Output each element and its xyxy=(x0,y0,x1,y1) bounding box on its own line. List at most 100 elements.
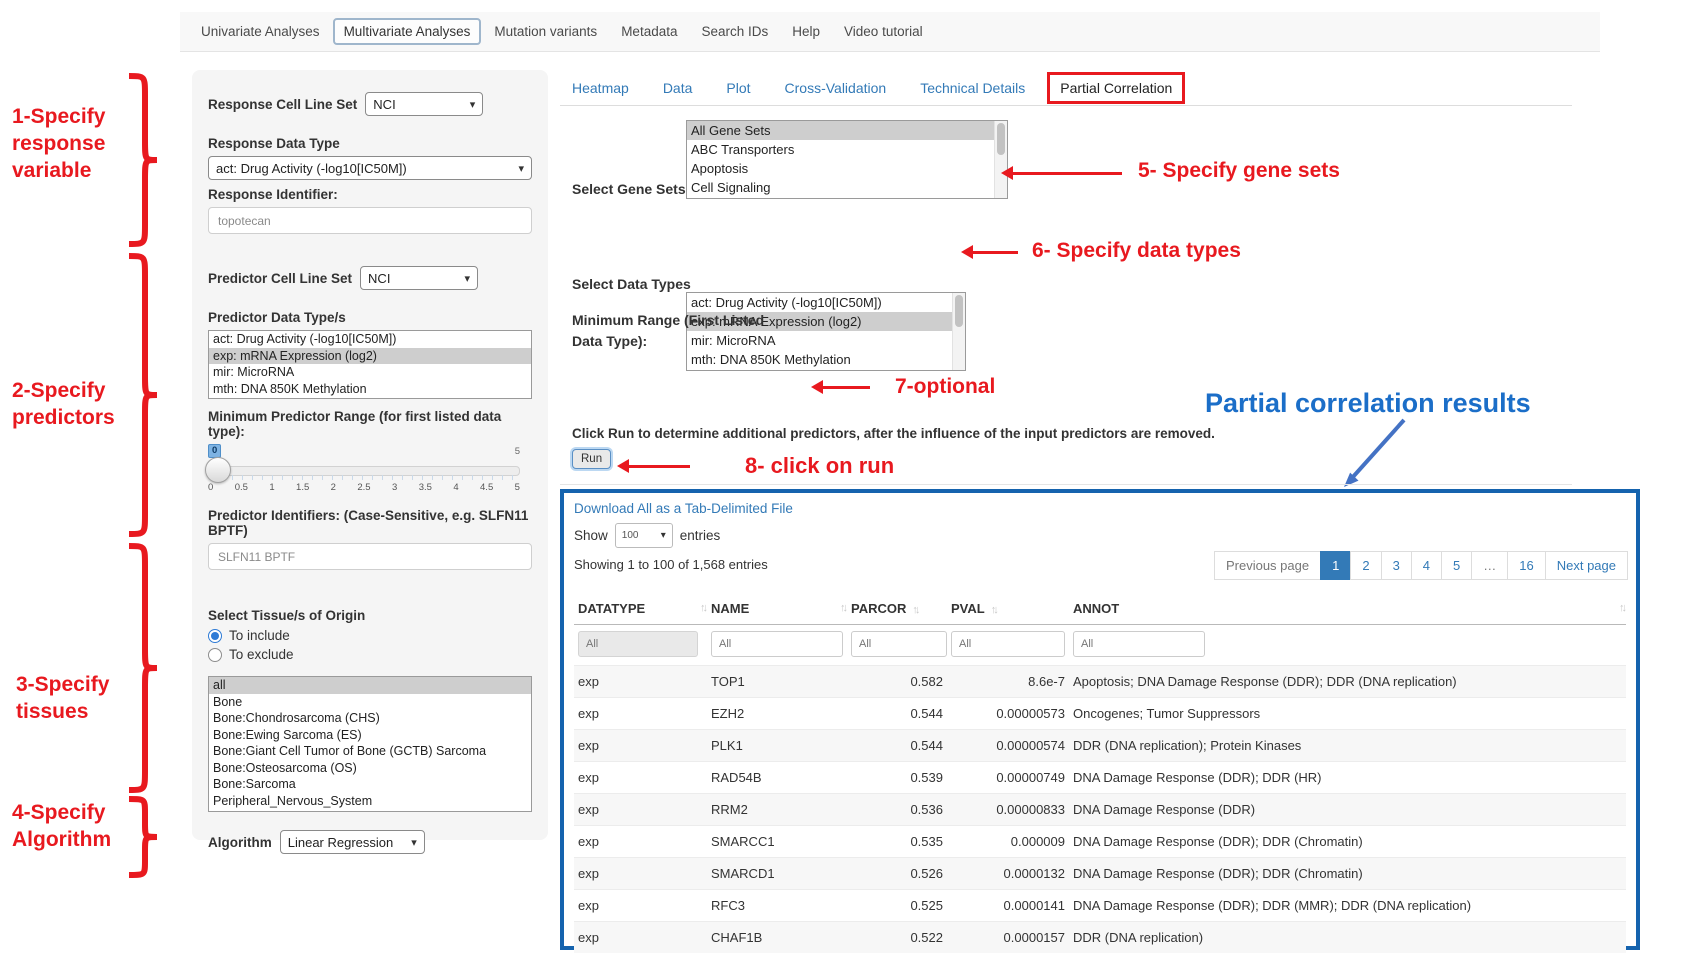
listbox-option[interactable]: ABC Transporters xyxy=(687,140,995,159)
page-size-select[interactable]: 100 ▾ xyxy=(615,523,673,548)
table-row: exp CHAF1B 0.522 0.0000157 DDR (DNA repl… xyxy=(574,922,1626,954)
response-identifier-input[interactable]: topotecan xyxy=(208,207,532,234)
listbox-option[interactable]: Bone:Sarcoma xyxy=(209,776,531,793)
listbox-option[interactable]: Peripheral_Nervous_System xyxy=(209,793,531,810)
cell-datatype: exp xyxy=(574,826,707,858)
tissue-origin-radio[interactable]: To include xyxy=(208,628,532,643)
listbox-option[interactable]: Bone:Giant Cell Tumor of Bone (GCTB) Sar… xyxy=(209,743,531,760)
cell-parcor: 0.544 xyxy=(847,698,947,730)
column-header-name[interactable]: NAME↑↓ xyxy=(707,593,847,625)
main-tab[interactable]: Data xyxy=(651,74,705,102)
listbox-option[interactable]: mir: MicroRNA xyxy=(209,364,531,381)
tissue-origin-radio[interactable]: To exclude xyxy=(208,647,532,662)
cell-parcor: 0.526 xyxy=(847,858,947,890)
cell-annot: DNA Damage Response (DDR); DDR (MMR); DD… xyxy=(1069,890,1626,922)
filter-input-pval[interactable] xyxy=(951,631,1065,657)
predictor-identifiers-label: Predictor Identifiers: (Case-Sensitive, … xyxy=(208,508,532,538)
pagination-button[interactable]: Next page xyxy=(1545,551,1628,580)
nav-tab[interactable]: Univariate Analyses xyxy=(190,18,331,45)
pagination-button[interactable]: Previous page xyxy=(1214,551,1321,580)
cell-pval: 0.000009 xyxy=(947,826,1069,858)
predictor-cell-line-label: Predictor Cell Line Set xyxy=(208,271,352,286)
nav-tab[interactable]: Help xyxy=(781,18,831,45)
run-button[interactable]: Run xyxy=(572,449,611,469)
pagination-button[interactable]: 2 xyxy=(1350,551,1381,580)
column-header-annot[interactable]: ANNOT↑↓ xyxy=(1069,593,1626,625)
listbox-option[interactable]: Bone:Ewing Sarcoma (ES) xyxy=(209,727,531,744)
min-predictor-range-label: Minimum Predictor Range (for first liste… xyxy=(208,409,532,439)
listbox-option[interactable]: Bone xyxy=(209,694,531,711)
nav-tab[interactable]: Video tutorial xyxy=(833,18,934,45)
column-header-datatype[interactable]: DATATYPE↑↓ xyxy=(574,593,707,625)
cell-datatype: exp xyxy=(574,698,707,730)
nav-tab[interactable]: Mutation variants xyxy=(483,18,608,45)
filter-input-annot[interactable] xyxy=(1073,631,1205,657)
filter-input-datatype[interactable] xyxy=(578,631,698,657)
data-types-label: Select Data Types xyxy=(572,276,691,292)
main-tab[interactable]: Heatmap xyxy=(560,74,641,102)
chevron-down-icon: ▾ xyxy=(470,98,476,111)
algorithm-select[interactable]: Linear Regression ▾ xyxy=(280,830,425,854)
slider-handle[interactable] xyxy=(205,457,231,483)
main-tab[interactable]: Technical Details xyxy=(908,74,1037,102)
brace-icon xyxy=(124,543,160,793)
scrollbar-thumb[interactable] xyxy=(955,295,963,327)
listbox-option[interactable]: Bone:Osteosarcoma (OS) xyxy=(209,760,531,777)
predictor-identifiers-input[interactable]: SLFN11 BPTF xyxy=(208,543,532,570)
tissue-origin-radio-group: To include To exclude xyxy=(208,628,532,662)
main-tab[interactable]: Cross-Validation xyxy=(773,74,899,102)
annotation-step-3: 3-Specify tissues xyxy=(16,672,126,726)
partial-correlation-results-panel: Download All as a Tab-Delimited File Sho… xyxy=(560,489,1640,950)
listbox-option[interactable]: Cell Signaling xyxy=(687,178,995,197)
listbox-option[interactable]: Bone:Chondrosarcoma (CHS) xyxy=(209,710,531,727)
listbox-option[interactable]: mth: DNA 850K Methylation xyxy=(687,350,953,369)
scrollbar[interactable] xyxy=(994,121,1007,198)
cell-pval: 0.0000141 xyxy=(947,890,1069,922)
main-tab[interactable]: Partial Correlation xyxy=(1047,72,1185,104)
column-header-parcor[interactable]: PARCOR↑↓ xyxy=(847,593,947,625)
main-tab[interactable]: Plot xyxy=(714,74,762,102)
pagination-button[interactable]: 5 xyxy=(1441,551,1472,580)
listbox-option[interactable]: mth: DNA 850K Methylation xyxy=(209,381,531,398)
listbox-option[interactable]: all xyxy=(209,677,531,694)
table-row: exp RRM2 0.536 0.00000833 DNA Damage Res… xyxy=(574,794,1626,826)
scrollbar-thumb[interactable] xyxy=(997,123,1005,155)
run-instruction: Click Run to determine additional predic… xyxy=(572,426,1392,441)
predictor-cell-line-select[interactable]: NCI ▾ xyxy=(360,266,478,290)
cell-parcor: 0.539 xyxy=(847,762,947,794)
nav-tab[interactable]: Metadata xyxy=(610,18,688,45)
response-data-type-select[interactable]: act: Drug Activity (-log10[IC50M]) ▾ xyxy=(208,156,532,180)
pagination-button[interactable]: 16 xyxy=(1507,551,1545,580)
header-row: DATATYPE↑↓ NAME↑↓ PARCOR↑↓ PVAL↑↓ ANNOT↑… xyxy=(574,593,1626,625)
listbox-option[interactable]: All Gene Sets xyxy=(687,121,995,140)
pagination-button[interactable]: 1 xyxy=(1320,551,1351,580)
nav-tab[interactable]: Search IDs xyxy=(690,18,779,45)
download-link[interactable]: Download All as a Tab-Delimited File xyxy=(574,501,793,516)
listbox-option[interactable]: act: Drug Activity (-log10[IC50M]) xyxy=(209,331,531,348)
cell-parcor: 0.535 xyxy=(847,826,947,858)
cell-annot: DNA Damage Response (DDR); DDR (Chromati… xyxy=(1069,826,1626,858)
filter-input-parcor[interactable] xyxy=(851,631,947,657)
pagination-button[interactable]: 4 xyxy=(1411,551,1442,580)
slider-max-label: 5 xyxy=(515,446,520,457)
cell-pval: 0.00000833 xyxy=(947,794,1069,826)
nav-tab[interactable]: Multivariate Analyses xyxy=(333,18,482,45)
sort-icon: ↑↓ xyxy=(694,602,705,614)
column-header-pval[interactable]: PVAL↑↓ xyxy=(947,593,1069,625)
scrollbar[interactable] xyxy=(952,293,965,370)
listbox-option[interactable]: Apoptosis xyxy=(687,159,995,178)
main-tab-bar: Heatmap Data Plot Cross-Validation Technical… xyxy=(560,70,1572,106)
annotation-step-7: 7-optional xyxy=(895,374,995,401)
pagination-button[interactable]: … xyxy=(1471,551,1508,580)
chevron-down-icon: ▾ xyxy=(518,162,524,175)
response-cell-line-select[interactable]: NCI ▾ xyxy=(365,92,483,116)
cell-datatype: exp xyxy=(574,858,707,890)
slider-tick-label: 0 xyxy=(208,482,213,493)
sort-icon: ↑↓ xyxy=(834,602,845,614)
sort-icon: ↑↓ xyxy=(1613,602,1624,614)
listbox-option[interactable]: exp: mRNA Expression (log2) xyxy=(209,348,531,365)
slider-tick-labels: 00.511.522.533.544.55 xyxy=(208,482,520,493)
filter-input-name[interactable] xyxy=(711,631,843,657)
slider-tick-label: 2 xyxy=(331,482,336,493)
pagination-button[interactable]: 3 xyxy=(1381,551,1412,580)
